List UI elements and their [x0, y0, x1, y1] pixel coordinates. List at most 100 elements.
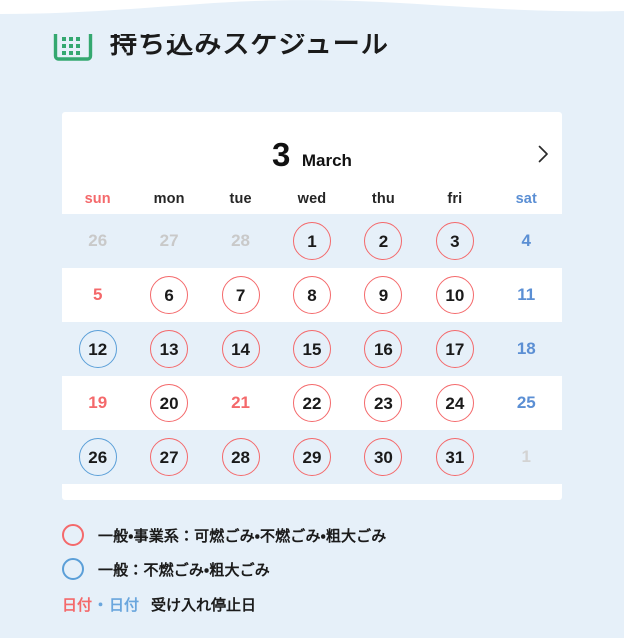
calendar-day-number: 6 — [150, 276, 189, 314]
blue-circle-icon — [62, 558, 84, 580]
weekday-header-tue: tue — [229, 191, 252, 207]
calendar-day[interactable]: 31 — [419, 430, 490, 484]
calendar-day[interactable]: 8 — [276, 268, 347, 322]
calendar-day[interactable]: 2 — [348, 214, 419, 268]
calendar-day[interactable]: 22 — [276, 376, 347, 430]
calendar-day[interactable]: 4 — [491, 214, 562, 268]
calendar-day-number: 11 — [517, 285, 536, 304]
calendar-week-row: 5 6 7 8 9 10 11 — [62, 268, 562, 322]
weekday-header-wed: wed — [297, 191, 327, 207]
legend-item-general: 一般：不燃ごみ・粗大ごみ — [62, 552, 582, 586]
legend-item-label: 一般：不燃ごみ・粗大ごみ — [98, 561, 270, 579]
calendar-day-number: 19 — [88, 393, 108, 412]
next-month-button[interactable] — [530, 142, 556, 168]
calendar-day-number: 24 — [435, 384, 474, 422]
calendar-day[interactable]: 3 — [419, 214, 490, 268]
calendar-week-row: 26 27 28 1 2 3 4 — [62, 214, 562, 268]
chevron-right-icon — [538, 145, 549, 166]
calendar-day-number: 10 — [435, 276, 474, 314]
page-title: 持ち込みスケジュール — [110, 28, 389, 59]
calendar-day[interactable]: 21 — [205, 376, 276, 430]
calendar-day[interactable]: 19 — [62, 376, 133, 430]
calendar-day[interactable]: 11 — [491, 268, 562, 322]
calendar-week-row: 12 13 14 15 16 17 18 — [62, 322, 562, 376]
closed-date-red: 日付 — [62, 596, 93, 614]
closed-days-label: 受け入れ停止日 — [151, 596, 257, 614]
calendar-day-number: 7 — [221, 276, 260, 314]
closed-separator: ・ — [93, 596, 109, 614]
calendar-day-number: 1 — [521, 447, 532, 466]
month-number: 3 — [272, 136, 291, 173]
calendar-day[interactable]: 30 — [348, 430, 419, 484]
calendar-day[interactable]: 9 — [348, 268, 419, 322]
calendar-day[interactable]: 17 — [419, 322, 490, 376]
legend-item-closed-days: 日付 ・ 日付 受け入れ停止日 — [62, 586, 582, 622]
calendar-day-adjacent-month: 28 — [205, 214, 276, 268]
calendar-day[interactable]: 20 — [133, 376, 204, 430]
calendar-day-number: 20 — [150, 384, 189, 422]
calendar-week-row: 26 27 28 29 30 31 1 — [62, 430, 562, 484]
calendar-day[interactable]: 23 — [348, 376, 419, 430]
calendar-weeks: 26 27 28 1 2 3 4 5 6 7 8 9 10 11 12 13 14 15 16 17 18 19 20 21 2… — [62, 214, 562, 484]
calendar-day-number: 26 — [78, 438, 117, 476]
legend-item-general-business: 一般・事業系：可燃ごみ・不燃ごみ・粗大ごみ — [62, 518, 582, 552]
calendar-day-number: 25 — [516, 393, 536, 412]
calendar-day-number: 15 — [292, 330, 331, 368]
calendar-day-number: 31 — [435, 438, 474, 476]
calendar-day-number: 9 — [364, 276, 403, 314]
calendar-day-number: 28 — [231, 231, 251, 250]
calendar-day-number: 12 — [78, 330, 117, 368]
month-name: March — [301, 151, 352, 170]
weekday-header-mon: mon — [153, 191, 185, 207]
calendar-day[interactable]: 29 — [276, 430, 347, 484]
calendar-day[interactable]: 14 — [205, 322, 276, 376]
calendar-day-number: 26 — [88, 231, 108, 250]
calendar-day-number: 28 — [221, 438, 260, 476]
calendar-day-adjacent-month: 27 — [133, 214, 204, 268]
calendar-day-number: 5 — [92, 285, 103, 304]
calendar-day-number: 17 — [435, 330, 474, 368]
calendar-day[interactable]: 12 — [62, 322, 133, 376]
calendar-week-row: 19 20 21 22 23 24 25 — [62, 376, 562, 430]
calendar-day-number: 27 — [150, 438, 189, 476]
calendar-day[interactable]: 7 — [205, 268, 276, 322]
calendar-day[interactable]: 15 — [276, 322, 347, 376]
calendar-day-number: 22 — [292, 384, 331, 422]
month-display: 3 March — [62, 138, 562, 171]
calendar-day[interactable]: 28 — [205, 430, 276, 484]
calendar-day-number: 29 — [292, 438, 331, 476]
calendar-day[interactable]: 13 — [133, 322, 204, 376]
calendar-day-adjacent-month: 1 — [491, 430, 562, 484]
calendar-card: 3 March sun mon tue wed thu fri sat 26 27 28 1 2 3 4… — [62, 112, 562, 500]
calendar-day-number: 21 — [231, 393, 251, 412]
weekday-header-fri: fri — [447, 191, 463, 207]
calendar-day[interactable]: 16 — [348, 322, 419, 376]
page-header: 持ち込みスケジュール — [52, 20, 389, 62]
calendar-day-adjacent-month: 26 — [62, 214, 133, 268]
calendar-day-number: 4 — [521, 231, 532, 250]
calendar-day[interactable]: 1 — [276, 214, 347, 268]
calendar-day-number: 30 — [364, 438, 403, 476]
calendar-day-number: 2 — [364, 222, 403, 260]
closed-date-blue: 日付 — [109, 596, 140, 614]
calendar-day[interactable]: 24 — [419, 376, 490, 430]
calendar-icon — [52, 20, 94, 62]
legend: 一般・事業系：可燃ごみ・不燃ごみ・粗大ごみ 一般：不燃ごみ・粗大ごみ 日付 ・ … — [62, 518, 582, 622]
calendar-day[interactable]: 6 — [133, 268, 204, 322]
calendar-day[interactable]: 25 — [491, 376, 562, 430]
calendar-day-number: 1 — [292, 222, 331, 260]
calendar-day-number: 27 — [159, 231, 179, 250]
weekday-header-row: sun mon tue wed thu fri sat — [62, 184, 562, 214]
calendar-day-number: 16 — [364, 330, 403, 368]
calendar-day[interactable]: 27 — [133, 430, 204, 484]
weekday-header-sun: sun — [84, 191, 111, 207]
calendar-day-number: 8 — [292, 276, 331, 314]
calendar-day[interactable]: 5 — [62, 268, 133, 322]
calendar-day-number: 14 — [221, 330, 260, 368]
calendar-day-number: 13 — [150, 330, 189, 368]
calendar-header: 3 March — [62, 112, 562, 184]
calendar-day[interactable]: 26 — [62, 430, 133, 484]
calendar-day[interactable]: 18 — [491, 322, 562, 376]
weekday-header-sat: sat — [515, 191, 537, 207]
calendar-day[interactable]: 10 — [419, 268, 490, 322]
